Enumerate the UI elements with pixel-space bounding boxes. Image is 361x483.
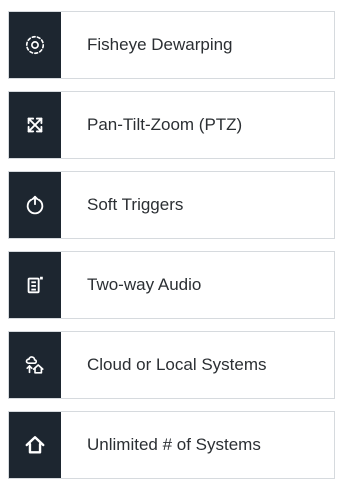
feature-label: Fisheye Dewarping <box>87 35 233 54</box>
home-icon <box>9 412 61 478</box>
feature-row-two-way-audio: Two-way Audio <box>8 251 335 319</box>
feature-label: Soft Triggers <box>87 195 184 214</box>
feature-label: Pan-Tilt-Zoom (PTZ) <box>87 115 243 134</box>
feature-row-soft-triggers: Soft Triggers <box>8 171 335 239</box>
ptz-arrows-icon <box>9 92 61 158</box>
feature-row-unlimited-systems: Unlimited # of Systems <box>8 411 335 479</box>
fisheye-icon <box>9 12 61 78</box>
feature-list: Fisheye Dewarping Pan-Tilt-Zoom (PTZ) So… <box>0 0 361 483</box>
feature-row-fisheye-dewarping: Fisheye Dewarping <box>8 11 335 79</box>
cloud-home-icon <box>9 332 61 398</box>
feature-row-ptz: Pan-Tilt-Zoom (PTZ) <box>8 91 335 159</box>
feature-label: Cloud or Local Systems <box>87 355 267 374</box>
intercom-icon <box>9 252 61 318</box>
feature-row-cloud-or-local: Cloud or Local Systems <box>8 331 335 399</box>
power-trigger-icon <box>9 172 61 238</box>
feature-label: Unlimited # of Systems <box>87 435 261 454</box>
feature-label: Two-way Audio <box>87 275 202 294</box>
